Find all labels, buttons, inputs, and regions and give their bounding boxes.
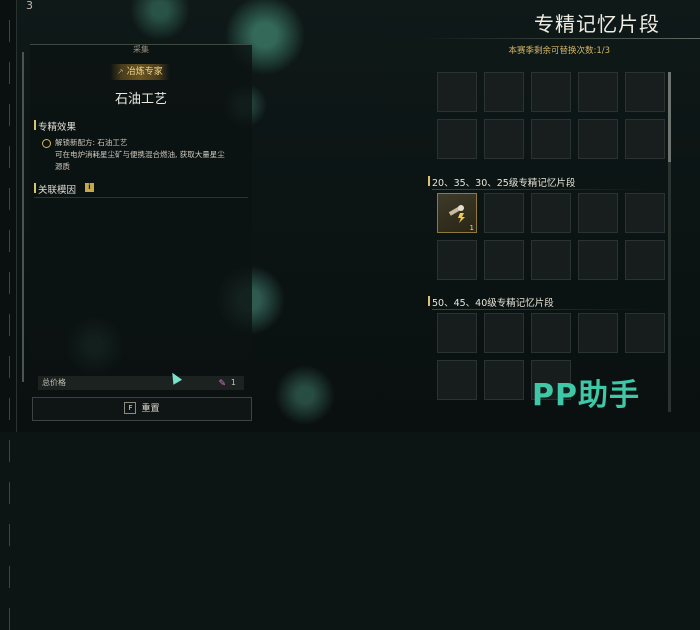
empty-slot[interactable] bbox=[531, 193, 571, 233]
page-title: 石油工艺 bbox=[114, 92, 167, 107]
tool-icon bbox=[448, 205, 465, 223]
effect-line: 源质 bbox=[55, 162, 70, 171]
empty-slot[interactable] bbox=[625, 72, 665, 112]
empty-slot[interactable] bbox=[484, 240, 524, 280]
watermark-logo: PP助手 bbox=[532, 378, 640, 413]
empty-slot[interactable] bbox=[437, 313, 477, 353]
empty-slot[interactable] bbox=[484, 119, 524, 159]
empty-slot[interactable] bbox=[531, 240, 571, 280]
total-label: 总价格 bbox=[42, 378, 66, 387]
group-line bbox=[432, 309, 652, 310]
group-heading-1: 20、35、30、25级专精记忆片段 bbox=[427, 175, 575, 189]
currency-icon: ✎ bbox=[218, 379, 226, 389]
effect-description: 解锁新配方: 石油工艺 可在电炉消耗星尘矿与便携混合燃油, 获取大量星尘 源质 bbox=[55, 137, 245, 173]
left-edge-bar bbox=[0, 0, 17, 630]
empty-slot[interactable] bbox=[437, 119, 477, 159]
effect-bullet-icon bbox=[42, 139, 51, 148]
empty-slot[interactable] bbox=[625, 313, 665, 353]
reset-button[interactable]: F 重置 bbox=[32, 397, 252, 421]
empty-slot[interactable] bbox=[578, 240, 618, 280]
total-value: 1 bbox=[230, 378, 236, 387]
related-heading: 关联模因 bbox=[33, 182, 76, 196]
effects-heading: 专精效果 bbox=[33, 119, 76, 133]
empty-slot[interactable] bbox=[625, 240, 665, 280]
empty-slot[interactable] bbox=[578, 72, 618, 112]
title-underline bbox=[420, 38, 700, 39]
empty-slot[interactable] bbox=[531, 313, 571, 353]
empty-slot[interactable] bbox=[531, 119, 571, 159]
empty-slot[interactable] bbox=[484, 72, 524, 112]
fragment-grid-group1: 1 bbox=[437, 193, 665, 280]
empty-slot[interactable] bbox=[437, 72, 477, 112]
total-price-row: 总价格 ✎ 1 bbox=[38, 376, 244, 390]
badge-label: 冶炼专家 bbox=[126, 67, 163, 77]
replace-count-text: 本赛季剩余可替换次数:1/3 bbox=[508, 46, 610, 56]
left-scrollbar[interactable] bbox=[22, 52, 24, 382]
info-icon[interactable]: i bbox=[85, 183, 94, 192]
category-label: 采集 bbox=[133, 45, 149, 54]
specialist-badge: ⸕ 冶炼专家 bbox=[92, 64, 188, 80]
panel-title: 专精记忆片段 bbox=[534, 12, 660, 36]
fragment-item[interactable]: 1 bbox=[437, 193, 477, 233]
empty-slot[interactable] bbox=[578, 193, 618, 233]
empty-slot[interactable] bbox=[484, 360, 524, 400]
item-count: 1 bbox=[469, 224, 474, 232]
empty-slot[interactable] bbox=[437, 360, 477, 400]
group-heading-2: 50、45、40级专精记忆片段 bbox=[428, 295, 554, 309]
hammer-icon: ⸕ bbox=[117, 67, 127, 77]
empty-slot[interactable] bbox=[531, 72, 571, 112]
right-scrollbar[interactable] bbox=[668, 72, 671, 412]
divider bbox=[34, 197, 248, 198]
top-left-counter: 3 bbox=[26, 0, 33, 12]
group-line bbox=[432, 189, 652, 190]
empty-slot[interactable] bbox=[625, 193, 665, 233]
fragment-grid-top bbox=[437, 72, 665, 159]
effect-line: 解锁新配方: 石油工艺 bbox=[55, 138, 128, 147]
empty-slot[interactable] bbox=[578, 119, 618, 159]
empty-slot[interactable] bbox=[437, 240, 477, 280]
reset-label: 重置 bbox=[141, 404, 160, 414]
effect-line: 可在电炉消耗星尘矿与便携混合燃油, 获取大量星尘 bbox=[55, 150, 225, 159]
empty-slot[interactable] bbox=[578, 313, 618, 353]
key-hint: F bbox=[124, 402, 137, 414]
empty-slot[interactable] bbox=[484, 193, 524, 233]
edge-decoration bbox=[2, 0, 10, 630]
scroll-thumb[interactable] bbox=[668, 72, 671, 162]
empty-slot[interactable] bbox=[484, 313, 524, 353]
empty-slot[interactable] bbox=[625, 119, 665, 159]
